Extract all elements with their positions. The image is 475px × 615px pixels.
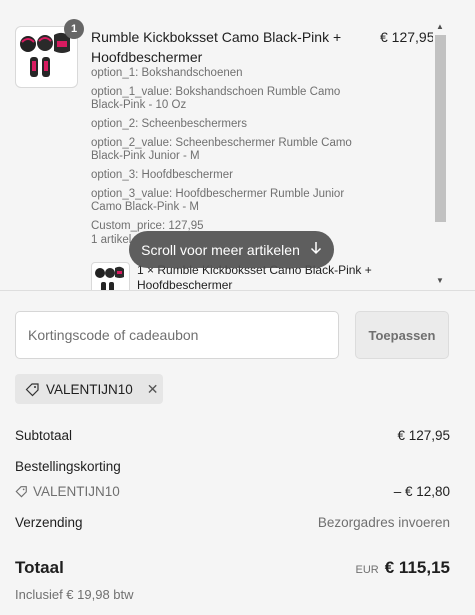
shipping-label: Verzending: [15, 515, 83, 530]
total-row: Totaal EUR € 115,15: [15, 558, 450, 578]
option-line: option_2: Scheenbeschermers: [91, 118, 247, 130]
product-title: Rumble Kickboksset Camo Black-Pink + Hoo…: [91, 29, 342, 65]
discount-code-input[interactable]: [15, 311, 339, 359]
discount-code-row: VALENTIJN10 – € 12,80: [15, 484, 450, 499]
tag-icon: [15, 485, 28, 498]
sub-item-image: [91, 262, 130, 290]
cart-items-list[interactable]: 1 Rumble Kickboksset Camo Black-Pink + H…: [0, 0, 475, 291]
total-label: Totaal: [15, 558, 64, 577]
total-value-group: EUR € 115,15: [356, 558, 450, 578]
scrollbar[interactable]: ▲ ▼: [433, 17, 447, 290]
product-image: 1: [15, 19, 84, 88]
option-line: option_3: Hoofdbeschermer: [91, 169, 233, 181]
shipping-row: Verzending Bezorgadres invoeren: [15, 515, 450, 530]
subtotal-label: Subtotaal: [15, 428, 73, 443]
option-line: option_1_value: Bokshandschoen Rumble Ca…: [91, 86, 341, 111]
total-value: € 115,15: [384, 558, 450, 577]
option-line: option_3_value: Hoofdbeschermer Rumble J…: [91, 188, 345, 213]
subtotal-row: Subtotaal € 127,95: [15, 428, 450, 443]
scroll-up-icon[interactable]: ▲: [436, 23, 444, 31]
arrow-down-icon: [310, 241, 322, 258]
shipping-value: Bezorgadres invoeren: [317, 515, 450, 530]
discount-value: – € 12,80: [393, 484, 450, 499]
remove-discount-icon[interactable]: ✕: [147, 381, 159, 398]
discount-code-text: VALENTIJN10: [33, 484, 120, 499]
order-discount-row: Bestellingskorting: [15, 459, 450, 474]
scrollbar-thumb[interactable]: [435, 35, 446, 222]
currency-code: EUR: [355, 564, 379, 576]
applied-discount-code: VALENTIJN10: [46, 381, 133, 397]
scroll-hint-label: Scroll voor meer artikelen: [141, 241, 300, 258]
scroll-down-icon[interactable]: ▼: [436, 277, 444, 285]
order-discount-label: Bestellingskorting: [15, 459, 121, 474]
discount-code-line: VALENTIJN10: [15, 484, 120, 499]
boxing-set-icon: [95, 266, 124, 290]
subtotal-value: € 127,95: [397, 428, 450, 443]
option-line: option_1: Bokshandschoenen: [91, 67, 243, 79]
apply-discount-button[interactable]: Toepassen: [355, 311, 449, 359]
quantity-badge: 1: [64, 19, 84, 39]
product-price: € 127,95: [380, 29, 435, 45]
product-options: option_1: Bokshandschoenen option_1_valu…: [91, 67, 366, 253]
tax-note: Inclusief € 19,98 btw: [15, 587, 134, 602]
tag-icon: [25, 382, 40, 397]
tax-note-row: Inclusief € 19,98 btw: [15, 587, 450, 602]
applied-discount-chip: VALENTIJN10 ✕: [15, 374, 163, 404]
option-line: option_2_value: Scheenbeschermer Rumble …: [91, 137, 352, 162]
scroll-hint[interactable]: Scroll voor meer artikelen: [129, 231, 334, 268]
